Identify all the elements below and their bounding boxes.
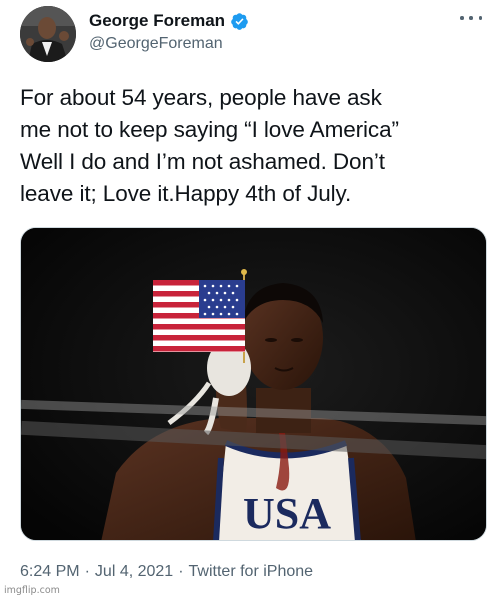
- tweet-card: George Foreman @GeorgeForeman For about …: [0, 0, 500, 598]
- tweet-text: For about 54 years, people have ask me n…: [20, 85, 399, 206]
- author-handle[interactable]: @GeorgeForeman: [89, 35, 223, 53]
- tweet-photo[interactable]: USA: [20, 227, 487, 541]
- verified-badge-icon: [230, 12, 249, 31]
- tweet-meta: 6:24 PM · Jul 4, 2021 · Twitter for iPho…: [20, 563, 313, 581]
- author-avatar[interactable]: [20, 6, 76, 62]
- jersey-text: USA: [243, 489, 331, 538]
- tweet-source[interactable]: Twitter for iPhone: [189, 563, 314, 581]
- watermark: imgflip.com: [4, 585, 60, 596]
- tweet-date[interactable]: Jul 4, 2021: [95, 563, 173, 581]
- avatar-photo: [20, 6, 76, 62]
- tweet-time[interactable]: 6:24 PM: [20, 563, 80, 581]
- american-flag-icon: [153, 280, 245, 352]
- photo-boxer-waving-flag: USA: [21, 228, 486, 540]
- meta-separator: ·: [178, 563, 184, 580]
- author-display-name[interactable]: George Foreman: [89, 11, 225, 31]
- meta-separator: ·: [84, 563, 90, 580]
- more-options-icon[interactable]: [460, 10, 482, 26]
